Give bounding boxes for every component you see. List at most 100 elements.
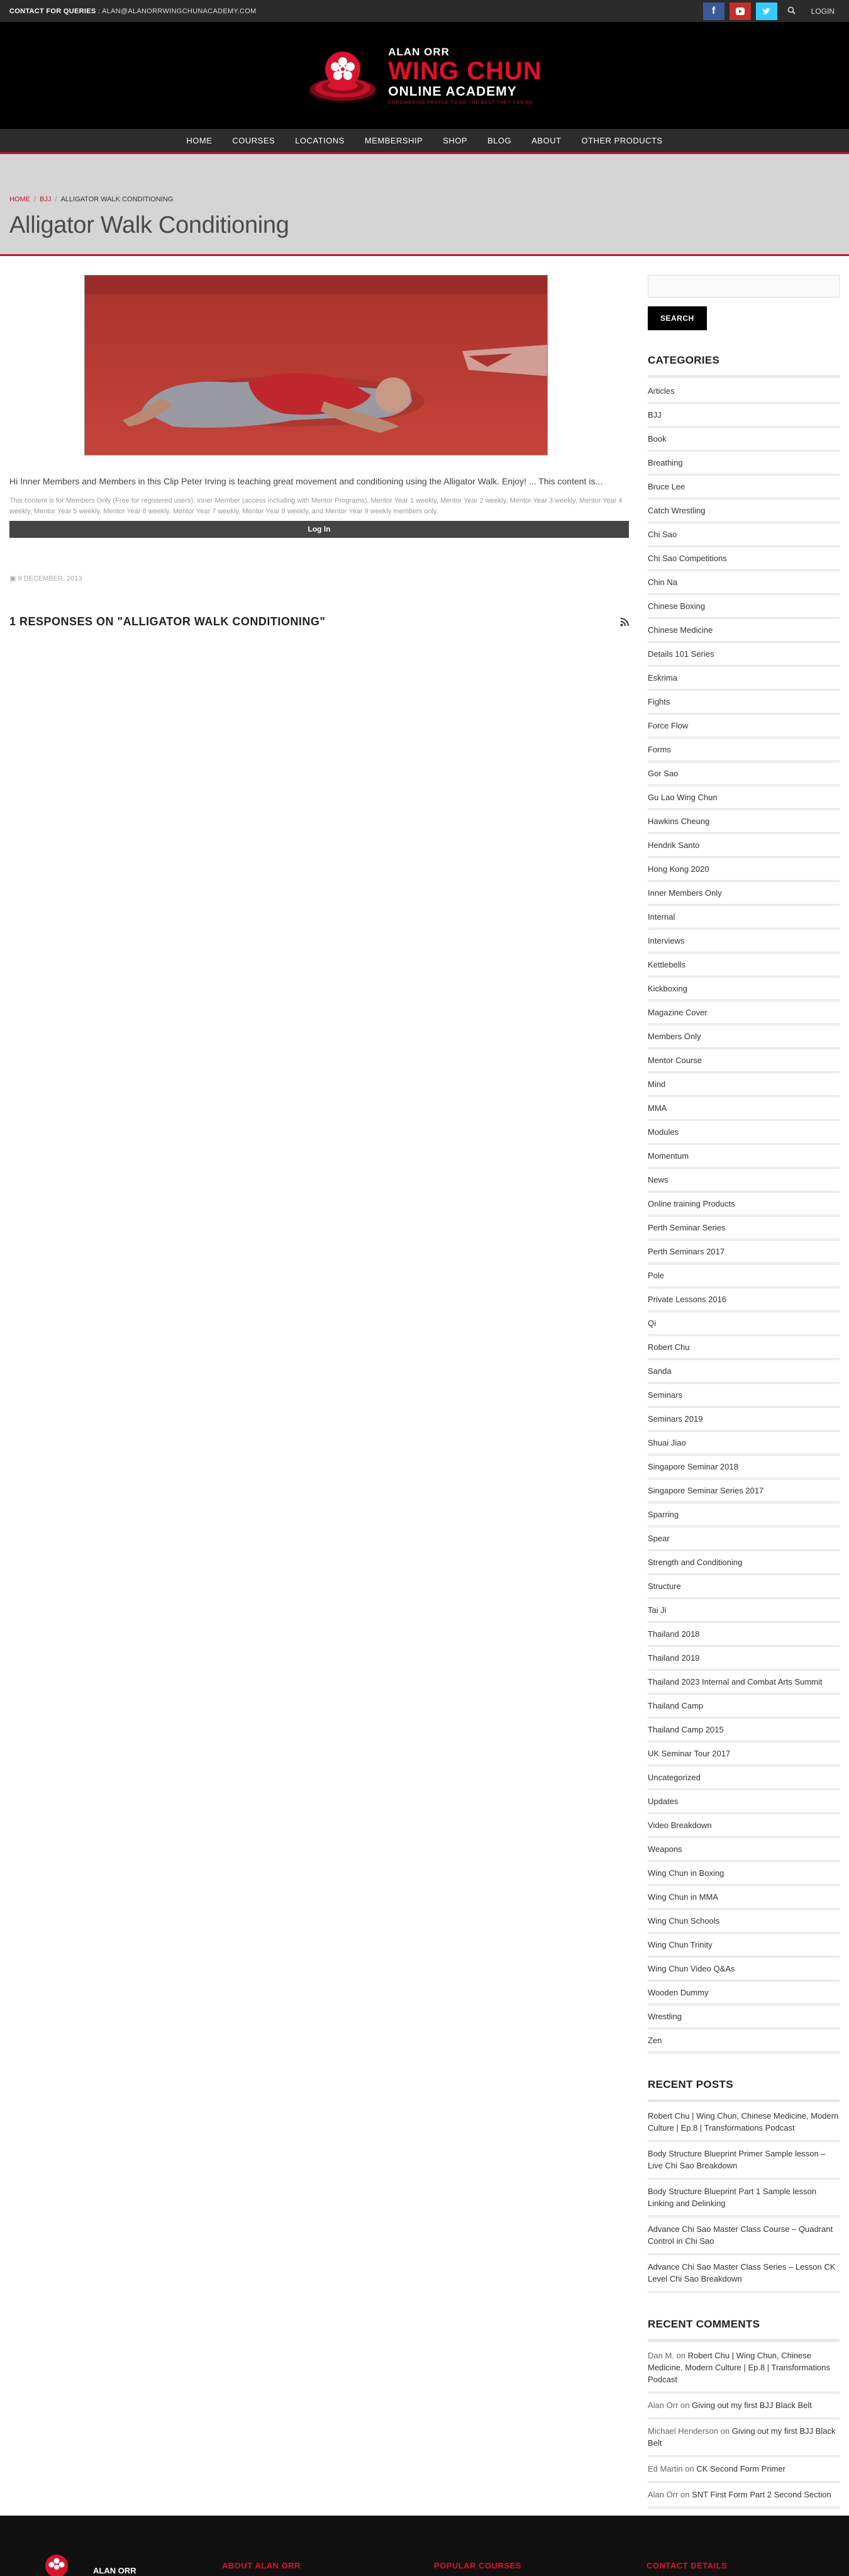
video-thumbnail[interactable] [84, 275, 548, 455]
nav-courses[interactable]: COURSES [222, 136, 285, 145]
category-item[interactable]: BJJ [648, 404, 840, 428]
category-item[interactable]: Singapore Seminar 2018 [648, 1456, 840, 1480]
category-item[interactable]: Video Breakdown [648, 1814, 840, 1838]
category-item[interactable]: Mind [648, 1073, 840, 1097]
category-item[interactable]: Strength and Conditioning [648, 1551, 840, 1575]
category-item[interactable]: UK Seminar Tour 2017 [648, 1742, 840, 1766]
login-link[interactable]: LOGIN [806, 7, 840, 16]
site-logo[interactable]: ALAN ORR WING CHUN ONLINE ACADEMY EMPOWE… [307, 44, 542, 107]
nav-about[interactable]: ABOUT [521, 136, 571, 145]
category-item[interactable]: Bruce Lee [648, 476, 840, 499]
comment-post-link[interactable]: Robert Chu | Wing Chun, Chinese Medicine… [648, 2351, 830, 2384]
category-item[interactable]: Gu Lao Wing Chun [648, 786, 840, 810]
category-item[interactable]: Wooden Dummy [648, 1982, 840, 2005]
category-item[interactable]: Weapons [648, 1838, 840, 1862]
category-item[interactable]: Hendrik Santo [648, 834, 840, 858]
youtube-icon[interactable] [729, 2, 751, 20]
category-item[interactable]: Wing Chun Video Q&As [648, 1958, 840, 1982]
comment-post-link[interactable]: CK Second Form Primer [696, 2464, 785, 2473]
nav-locations[interactable]: LOCATIONS [285, 136, 355, 145]
category-item[interactable]: Thailand 2023 Internal and Combat Arts S… [648, 1671, 840, 1695]
category-item[interactable]: Chi Sao Competitions [648, 547, 840, 571]
category-item[interactable]: News [648, 1169, 840, 1193]
category-item[interactable]: Wing Chun in Boxing [648, 1862, 840, 1886]
category-item[interactable]: Pole [648, 1264, 840, 1288]
category-item[interactable]: Members Only [648, 1025, 840, 1049]
category-item[interactable]: Online training Products [648, 1193, 840, 1217]
category-item[interactable]: Book [648, 428, 840, 452]
breadcrumb-category[interactable]: BJJ [40, 196, 51, 203]
category-item[interactable]: Mentor Course [648, 1049, 840, 1073]
category-item[interactable]: MMA [648, 1097, 840, 1121]
recent-post-item[interactable]: Body Structure Blueprint Primer Sample l… [648, 2142, 840, 2180]
category-item[interactable]: Wing Chun in MMA [648, 1886, 840, 1910]
category-item[interactable]: Gor Sao [648, 762, 840, 786]
search-button[interactable]: SEARCH [648, 306, 707, 330]
nav-shop[interactable]: SHOP [433, 136, 477, 145]
twitter-icon[interactable] [755, 2, 777, 20]
category-item[interactable]: Wing Chun Trinity [648, 1934, 840, 1958]
contact-email[interactable]: ALAN@ALANORRWINGCHUNACADEMY.COM [102, 8, 257, 15]
category-item[interactable]: Seminars [648, 1384, 840, 1408]
category-item[interactable]: Zen [648, 2029, 840, 2053]
category-item[interactable]: Qi [648, 1312, 840, 1336]
category-item[interactable]: Tai Ji [648, 1599, 840, 1623]
category-item[interactable]: Breathing [648, 452, 840, 476]
category-item[interactable]: Chi Sao [648, 523, 840, 547]
nav-membership[interactable]: MEMBERSHIP [355, 136, 433, 145]
category-item[interactable]: Shuai Jiao [648, 1432, 840, 1456]
category-item[interactable]: Hong Kong 2020 [648, 858, 840, 882]
category-item[interactable]: Thailand 2019 [648, 1647, 840, 1671]
category-item[interactable]: Uncategorized [648, 1766, 840, 1790]
category-item[interactable]: Kettlebells [648, 954, 840, 978]
comment-post-link[interactable]: SNT First Form Part 2 Second Section [692, 2490, 831, 2499]
category-item[interactable]: Chin Na [648, 571, 840, 595]
category-item[interactable]: Private Lessons 2016 [648, 1288, 840, 1312]
breadcrumb-home[interactable]: HOME [9, 196, 30, 203]
login-button[interactable]: Log In [9, 521, 629, 538]
comment-post-link[interactable]: Giving out my first BJJ Black Belt [692, 2400, 812, 2410]
facebook-icon[interactable]: f [702, 2, 724, 20]
category-item[interactable]: Hawkins Cheung [648, 810, 840, 834]
search-icon[interactable] [782, 6, 801, 16]
category-item[interactable]: Fights [648, 691, 840, 715]
nav-blog[interactable]: BLOG [477, 136, 521, 145]
category-item[interactable]: Eskrima [648, 667, 840, 691]
category-item[interactable]: Interviews [648, 930, 840, 954]
category-item[interactable]: Magazine Cover [648, 1001, 840, 1025]
rss-icon[interactable] [620, 617, 629, 627]
category-item[interactable]: Details 101 Series [648, 643, 840, 667]
recent-post-item[interactable]: Advance Chi Sao Master Class Series – Le… [648, 2255, 840, 2293]
category-item[interactable]: Kickboxing [648, 978, 840, 1001]
category-item[interactable]: Structure [648, 1575, 840, 1599]
search-input[interactable] [648, 275, 840, 298]
nav-other-products[interactable]: OTHER PRODUCTS [572, 136, 673, 145]
category-item[interactable]: Inner Members Only [648, 882, 840, 906]
category-item[interactable]: Updates [648, 1790, 840, 1814]
category-item[interactable]: Chinese Medicine [648, 619, 840, 643]
category-item[interactable]: Articles [648, 380, 840, 404]
category-item[interactable]: Thailand Camp [648, 1695, 840, 1719]
category-item[interactable]: Wing Chun Schools [648, 1910, 840, 1934]
category-item[interactable]: Thailand 2018 [648, 1623, 840, 1647]
category-item[interactable]: Catch Wrestling [648, 499, 840, 523]
category-item[interactable]: Seminars 2019 [648, 1408, 840, 1432]
category-item[interactable]: Sparring [648, 1503, 840, 1527]
category-item[interactable]: Robert Chu [648, 1336, 840, 1360]
category-item[interactable]: Chinese Boxing [648, 595, 840, 619]
category-item[interactable]: Momentum [648, 1145, 840, 1169]
category-item[interactable]: Perth Seminars 2017 [648, 1241, 840, 1264]
category-item[interactable]: Force Flow [648, 715, 840, 739]
category-item[interactable]: Forms [648, 739, 840, 762]
category-item[interactable]: Sanda [648, 1360, 840, 1384]
category-item[interactable]: Singapore Seminar Series 2017 [648, 1480, 840, 1503]
recent-post-item[interactable]: Robert Chu | Wing Chun, Chinese Medicine… [648, 2104, 840, 2142]
recent-post-item[interactable]: Advance Chi Sao Master Class Course – Qu… [648, 2217, 840, 2255]
category-item[interactable]: Spear [648, 1527, 840, 1551]
category-item[interactable]: Perth Seminar Series [648, 1217, 840, 1241]
nav-home[interactable]: HOME [176, 136, 222, 145]
recent-post-item[interactable]: Body Structure Blueprint Part 1 Sample l… [648, 2180, 840, 2217]
category-item[interactable]: Thailand Camp 2015 [648, 1719, 840, 1742]
category-item[interactable]: Modules [648, 1121, 840, 1145]
category-item[interactable]: Internal [648, 906, 840, 930]
